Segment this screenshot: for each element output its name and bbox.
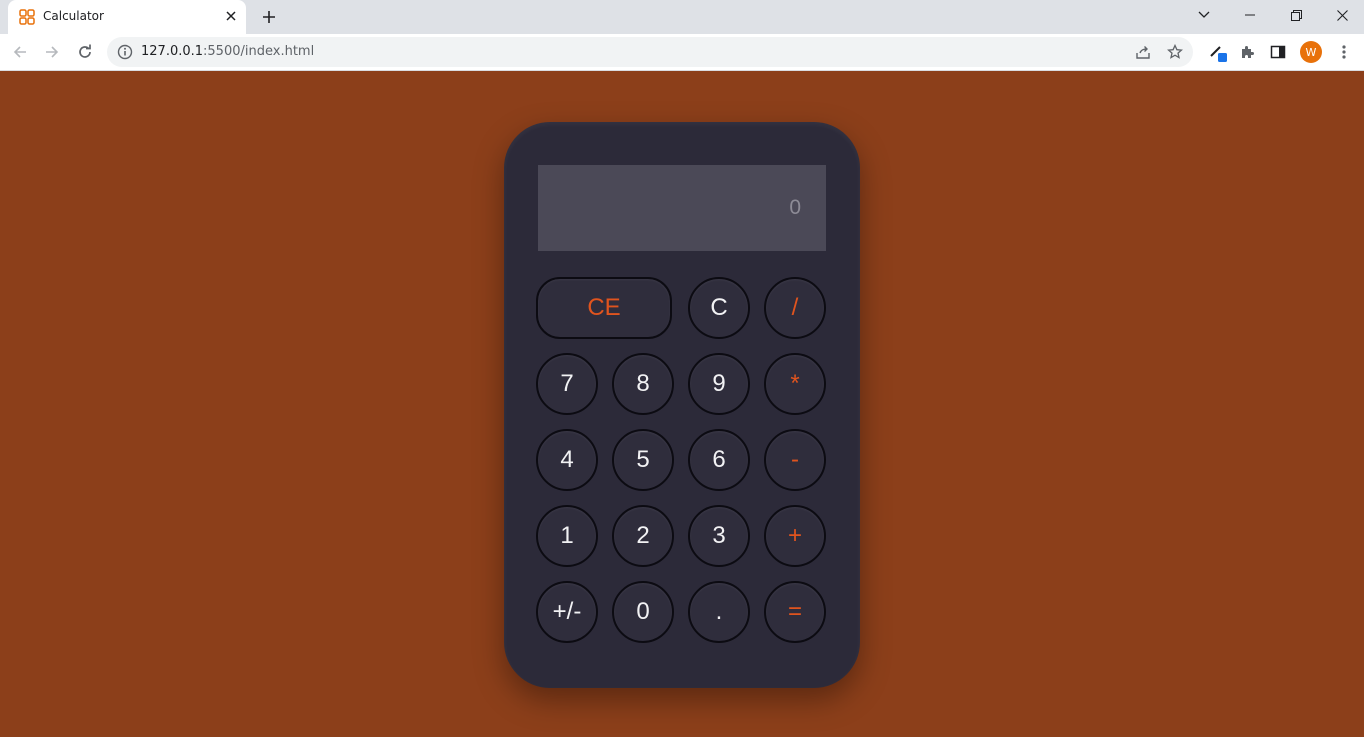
digit-7-button[interactable]: 7 bbox=[536, 353, 598, 415]
side-panel-icon[interactable] bbox=[1268, 42, 1288, 62]
decimal-button[interactable]: . bbox=[688, 581, 750, 643]
profile-avatar[interactable]: W bbox=[1300, 41, 1322, 63]
calculator: 0 CE C / 7 8 9 * 4 5 6 - 1 2 3 + +/- 0 .… bbox=[504, 122, 860, 688]
calculator-display: 0 bbox=[538, 165, 826, 251]
minimize-icon[interactable] bbox=[1227, 0, 1273, 30]
forward-arrow-icon[interactable] bbox=[38, 38, 66, 66]
multiply-button[interactable]: * bbox=[764, 353, 826, 415]
browser-tabstrip: Calculator bbox=[0, 0, 1364, 34]
digit-6-button[interactable]: 6 bbox=[688, 429, 750, 491]
calculator-favicon-icon bbox=[19, 9, 35, 25]
tab-search-chevron-down-icon[interactable] bbox=[1181, 0, 1227, 30]
back-arrow-icon[interactable] bbox=[6, 38, 34, 66]
add-button[interactable]: + bbox=[764, 505, 826, 567]
divide-button[interactable]: / bbox=[764, 277, 826, 339]
extensions-puzzle-icon[interactable] bbox=[1237, 42, 1257, 62]
close-tab-icon[interactable] bbox=[223, 8, 239, 24]
close-window-icon[interactable] bbox=[1319, 0, 1364, 30]
bookmark-star-icon[interactable] bbox=[1166, 43, 1184, 61]
pen-extension-icon[interactable] bbox=[1208, 42, 1228, 62]
digit-9-button[interactable]: 9 bbox=[688, 353, 750, 415]
digit-8-button[interactable]: 8 bbox=[612, 353, 674, 415]
display-value: 0 bbox=[789, 196, 801, 219]
site-info-icon[interactable] bbox=[117, 44, 133, 60]
browser-tab[interactable]: Calculator bbox=[8, 0, 246, 34]
digit-0-button[interactable]: 0 bbox=[612, 581, 674, 643]
new-tab-icon[interactable] bbox=[259, 7, 279, 27]
share-icon[interactable] bbox=[1134, 43, 1152, 61]
digit-5-button[interactable]: 5 bbox=[612, 429, 674, 491]
restore-icon[interactable] bbox=[1273, 0, 1319, 30]
url-path: :5500/index.html bbox=[203, 44, 315, 59]
digit-1-button[interactable]: 1 bbox=[536, 505, 598, 567]
subtract-button[interactable]: - bbox=[764, 429, 826, 491]
url-text: 127.0.0.1:5500/index.html bbox=[141, 44, 314, 59]
negate-button[interactable]: +/- bbox=[536, 581, 598, 643]
clear-button[interactable]: C bbox=[688, 277, 750, 339]
more-menu-icon[interactable] bbox=[1334, 42, 1354, 62]
digit-3-button[interactable]: 3 bbox=[688, 505, 750, 567]
address-bar[interactable]: 127.0.0.1:5500/index.html bbox=[107, 37, 1193, 67]
clear-entry-button[interactable]: CE bbox=[536, 277, 672, 339]
equals-button[interactable]: = bbox=[764, 581, 826, 643]
reload-icon[interactable] bbox=[71, 38, 99, 66]
url-host: 127.0.0.1 bbox=[141, 44, 204, 59]
browser-toolbar: 127.0.0.1:5500/index.html W bbox=[0, 34, 1364, 71]
digit-2-button[interactable]: 2 bbox=[612, 505, 674, 567]
digit-4-button[interactable]: 4 bbox=[536, 429, 598, 491]
tab-title: Calculator bbox=[43, 9, 104, 23]
